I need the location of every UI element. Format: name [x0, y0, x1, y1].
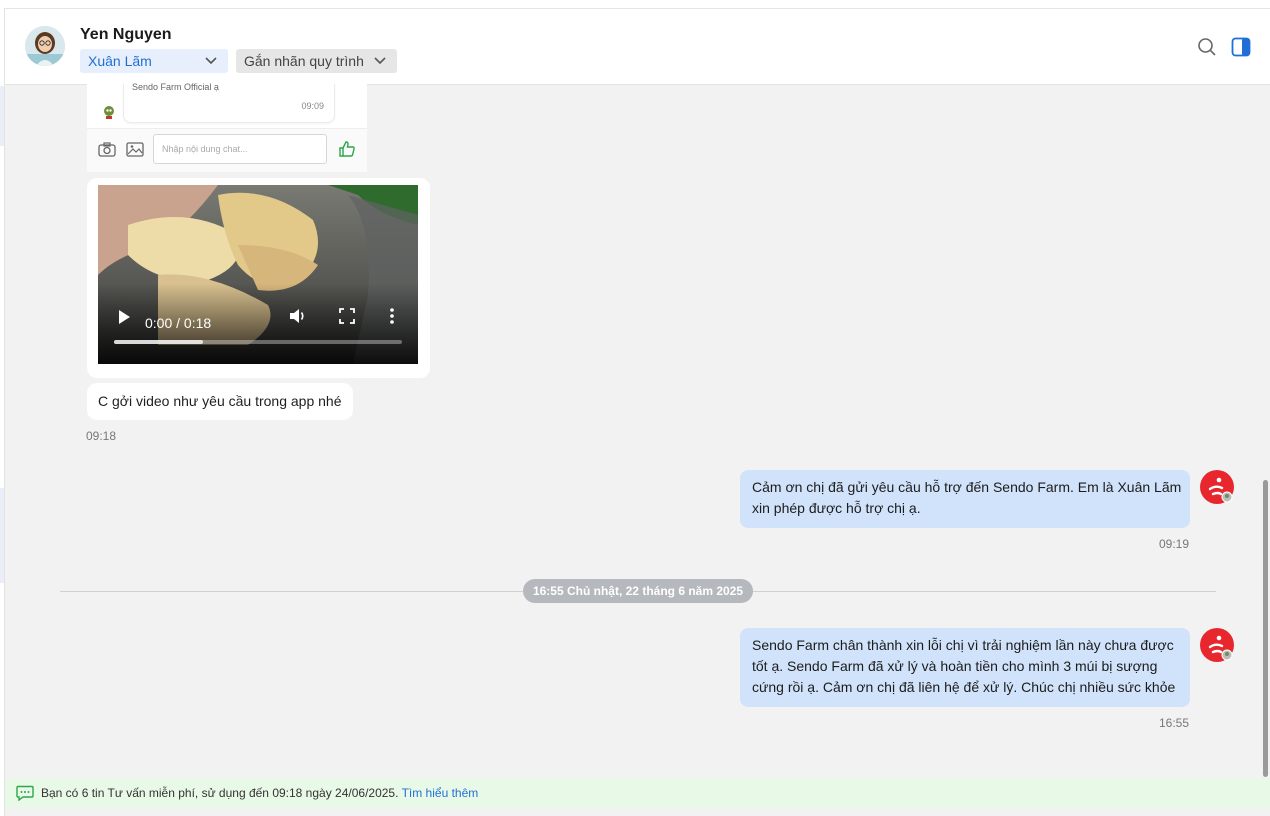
chat-header: Yen Nguyen Xuân Lãm Gắn nhãn quy trình: [5, 9, 1270, 85]
screenshot-chat-bubble: Sendo Farm Official ạ 09:09: [123, 82, 335, 123]
message-time: 16:55: [1159, 716, 1190, 730]
sidebar-highlight: [0, 488, 4, 583]
process-tag-dropdown[interactable]: Gắn nhãn quy trình: [236, 49, 397, 73]
outgoing-message: Sendo Farm chân thành xin lỗi chị vì trả…: [740, 628, 1190, 707]
chevron-down-icon: [205, 57, 217, 65]
sidebar-highlight: [0, 86, 4, 146]
chat-bubble-icon: [16, 785, 34, 801]
bot-avatar-icon: [104, 106, 114, 119]
sendo-agent-avatar: [1200, 628, 1234, 662]
process-tag-dropdown-label: Gắn nhãn quy trình: [244, 53, 364, 69]
fullscreen-icon[interactable]: [339, 308, 355, 324]
chat-scrollbar[interactable]: [1263, 480, 1268, 777]
video-progress-bar[interactable]: [114, 340, 402, 344]
free-consult-notice: Bạn có 6 tin Tư vấn miễn phí, sử dụng đế…: [5, 778, 1270, 808]
message-time: 09:19: [1159, 537, 1190, 551]
top-strip: [0, 0, 1270, 9]
message-line: tốt ạ. Sendo Farm đã xử lý và hoàn tiền …: [752, 658, 1158, 674]
message-time: 09:18: [86, 429, 117, 443]
search-icon[interactable]: [1197, 37, 1217, 57]
message-line: Cảm ơn chị đã gửi yêu cầu hỗ trợ đến Sen…: [752, 479, 1182, 495]
contact-name: Yen Nguyen: [80, 26, 172, 43]
panel-toggle-icon[interactable]: [1231, 37, 1251, 57]
screenshot-input-placeholder: Nhập nội dung chat...: [162, 144, 248, 154]
incoming-message: C gởi video như yêu cầu trong app nhé: [87, 383, 353, 420]
camera-icon: [98, 142, 116, 157]
video-buffered: [114, 340, 204, 344]
message-line: Sendo Farm chân thành xin lỗi chị vì trả…: [752, 637, 1174, 653]
volume-icon[interactable]: [288, 306, 308, 326]
learn-more-link[interactable]: Tìm hiểu thêm: [402, 786, 479, 800]
left-sidebar-edge: [0, 8, 5, 816]
notice-text-wrap: Bạn có 6 tin Tư vấn miễn phí, sử dụng đế…: [41, 786, 478, 800]
assignee-dropdown[interactable]: Xuân Lãm: [80, 49, 228, 73]
contact-avatar[interactable]: [25, 26, 65, 66]
video-frame: [98, 185, 418, 364]
video-time: 0:00 / 0:18: [145, 315, 212, 331]
screenshot-chat-input: Nhập nội dung chat...: [153, 134, 327, 164]
video-message: 0:00 / 0:18: [87, 178, 430, 378]
date-separator: 16:55 Chủ nhật, 22 tháng 6 năm 2025: [523, 579, 753, 603]
sendo-agent-avatar: [1200, 470, 1234, 504]
video-player[interactable]: 0:00 / 0:18: [98, 185, 418, 364]
message-line: cứng rồi ạ. Cảm ơn chị đã liên hệ để xử …: [752, 679, 1176, 695]
message-line: xin phép được hỗ trợ chị ạ.: [752, 500, 921, 516]
chevron-down-icon: [374, 57, 386, 65]
thumbs-up-icon: [339, 141, 355, 157]
outgoing-message: Cảm ơn chị đã gửi yêu cầu hỗ trợ đến Sen…: [740, 470, 1190, 528]
screenshot-bubble-time: 09:09: [301, 101, 324, 111]
more-options-icon[interactable]: [389, 307, 395, 325]
notice-text: Bạn có 6 tin Tư vấn miễn phí, sử dụng đế…: [41, 786, 399, 800]
assignee-dropdown-label: Xuân Lãm: [88, 53, 152, 69]
screenshot-input-bar: Nhập nội dung chat...: [87, 128, 367, 172]
sent-image-screenshot[interactable]: Sendo Farm Official ạ 09:09 Nhập nội dun…: [87, 82, 367, 172]
image-icon: [126, 142, 144, 157]
screenshot-bubble-text: Sendo Farm Official ạ: [132, 82, 219, 92]
play-icon[interactable]: [117, 309, 131, 325]
